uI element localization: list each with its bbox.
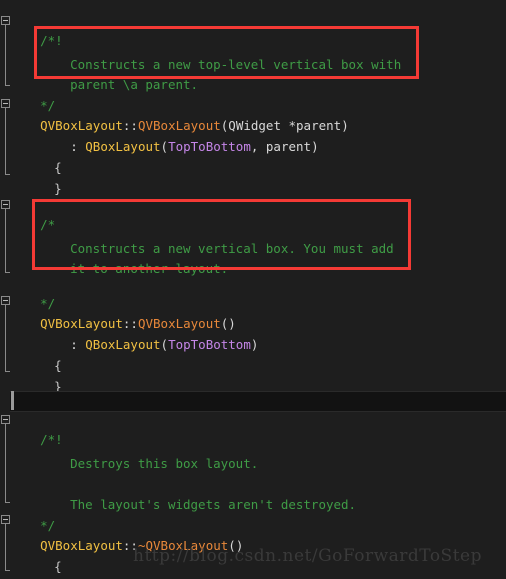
base-class-name: QBoxLayout	[85, 139, 161, 154]
fold-range-block1-comment	[5, 25, 6, 85]
code-line-signature-2[interactable]: QVBoxLayout::QVBoxLayout()	[10, 294, 236, 331]
comment-text: Destroys this box layout.	[70, 456, 259, 471]
code-line-brace-open-1[interactable]: {	[24, 138, 62, 175]
code-editor[interactable]: /*! Constructs a new top-level vertical …	[0, 0, 506, 579]
text-cursor	[11, 391, 14, 410]
code-line-signature-1[interactable]: QVBoxLayout::QVBoxLayout(QWidget *parent…	[10, 96, 349, 133]
fold-toggle-block3-body[interactable]	[1, 515, 10, 524]
paren-open: (	[160, 337, 169, 352]
brace-close: }	[54, 181, 62, 196]
code-line-doc-2a[interactable]: Constructs a new vertical box. You must …	[40, 219, 394, 256]
code-line-comment-open-2[interactable]: /*	[10, 195, 55, 232]
code-line-initializer-2[interactable]: : QBoxLayout(TopToBottom)	[10, 315, 258, 352]
fold-toggle-block3-comment[interactable]	[1, 415, 10, 424]
fold-range-block3-body	[5, 524, 6, 570]
fold-range-block3-comment	[5, 424, 6, 502]
code-line-brace-open-2[interactable]: {	[24, 336, 62, 373]
fold-range-block2-comment	[5, 209, 6, 272]
enum-value: TopToBottom	[168, 139, 251, 154]
fold-toggle-block2-comment[interactable]	[1, 200, 10, 209]
fold-toggle-block2-body[interactable]	[1, 296, 10, 305]
init-arguments: , parent	[250, 139, 312, 154]
code-line-comment-close-1[interactable]: */	[10, 76, 55, 113]
code-line-brace-close-3[interactable]: }	[24, 558, 62, 578]
code-line-brace-close-1[interactable]: }	[24, 159, 62, 196]
comment-text: it to another layout.	[70, 261, 229, 276]
base-class-name: QBoxLayout	[85, 337, 161, 352]
code-line-doc-1a[interactable]: Constructs a new top-level vertical box …	[40, 35, 401, 72]
comment-text: The layout's widgets aren't destroyed.	[70, 497, 357, 512]
enum-value: TopToBottom	[168, 337, 251, 352]
active-line-row[interactable]	[10, 391, 506, 412]
code-line-doc-1b[interactable]: parent \a parent.	[40, 55, 198, 92]
paren-close: )	[311, 139, 319, 154]
folding-gutter[interactable]	[0, 0, 10, 579]
code-line-signature-3[interactable]: QVBoxLayout::~QVBoxLayout()	[10, 516, 243, 553]
fold-range-block2-body	[5, 305, 6, 371]
watermark-text: http://blog.csdn.net/GoForwardToStep	[133, 546, 482, 566]
code-line-brace-close-2[interactable]: }	[24, 357, 62, 394]
fold-range-block1-body	[5, 108, 6, 174]
code-line-comment-open-1[interactable]: /*!	[10, 11, 63, 48]
fold-toggle-block1-comment[interactable]	[1, 16, 10, 25]
code-line-brace-open-3[interactable]: {	[24, 537, 62, 574]
code-line-doc-2b[interactable]: it to another layout.	[40, 239, 228, 276]
code-line-comment-open-3[interactable]: /*!	[10, 410, 63, 447]
paren-close: )	[341, 118, 349, 133]
code-line-doc-3b[interactable]: The layout's widgets aren't destroyed.	[40, 475, 356, 512]
paren-close: )	[250, 337, 259, 352]
code-line-initializer-1[interactable]: : QBoxLayout(TopToBottom, parent)	[10, 117, 318, 154]
code-line-comment-close-2[interactable]: */	[10, 274, 55, 311]
code-line-doc-3a[interactable]: Destroys this box layout.	[40, 434, 258, 471]
comment-text: parent \a parent.	[70, 77, 199, 92]
fold-range-end-block2-comment	[5, 272, 10, 273]
fold-toggle-block1-body[interactable]	[1, 99, 10, 108]
paren-open: (	[160, 139, 169, 154]
code-line-comment-close-3[interactable]: */	[10, 496, 55, 533]
